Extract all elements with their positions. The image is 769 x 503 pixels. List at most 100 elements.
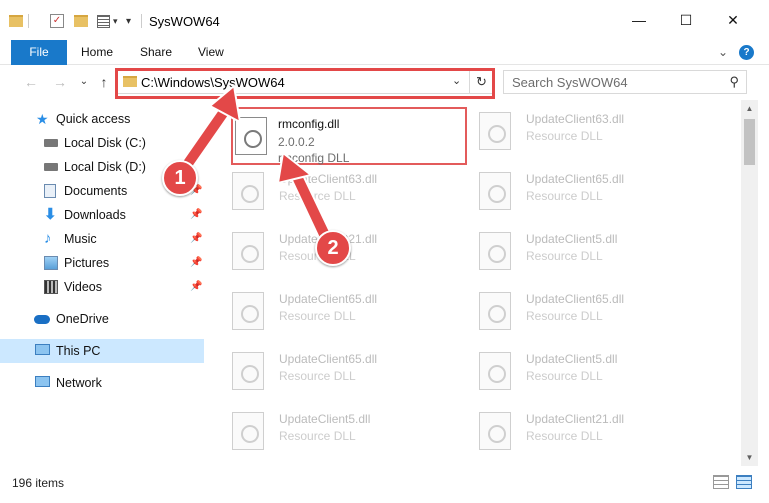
file-description: Resource DLL bbox=[526, 429, 603, 443]
tab-file[interactable]: File bbox=[11, 40, 67, 65]
sidebar-item-local-disk-c[interactable]: Local Disk (C:) bbox=[0, 131, 204, 155]
refresh-button[interactable]: ↻ bbox=[469, 71, 493, 93]
sidebar-item-label: This PC bbox=[56, 344, 101, 358]
forward-button[interactable]: → bbox=[51, 73, 69, 91]
sidebar-item-pictures[interactable]: Pictures 📌 bbox=[0, 251, 204, 275]
file-name: UpdateClient63.dll bbox=[526, 112, 625, 126]
dll-file-icon bbox=[232, 352, 264, 390]
sidebar-item-label: Documents bbox=[64, 184, 128, 198]
pin-icon[interactable]: 📌 bbox=[190, 275, 202, 299]
ribbon-tabs: File Home Share View ⌄ ? bbox=[0, 40, 769, 65]
pin-icon[interactable]: 📌 bbox=[190, 227, 202, 251]
file-description: Resource DLL bbox=[279, 309, 356, 323]
sidebar-item-label: Videos bbox=[64, 280, 102, 294]
network-icon bbox=[35, 376, 50, 387]
help-icon[interactable]: ? bbox=[739, 45, 754, 60]
file-name: UpdateClient65.dll bbox=[279, 292, 378, 306]
maximize-button[interactable]: ☐ bbox=[663, 0, 709, 40]
file-tile[interactable]: UpdateClient5.dll Resource DLL bbox=[461, 342, 701, 400]
scroll-up-button[interactable]: ▲ bbox=[741, 100, 758, 117]
dll-file-icon bbox=[479, 292, 511, 330]
file-description: Resource DLL bbox=[526, 189, 603, 203]
sidebar-item-label: Network bbox=[56, 376, 102, 390]
sidebar-item-downloads[interactable]: ⬇ Downloads 📌 bbox=[0, 203, 204, 227]
download-icon: ⬇ bbox=[44, 206, 57, 223]
dll-file-icon bbox=[232, 172, 264, 210]
file-tile-rmconfig[interactable]: rmconfig.dll 2.0.0.2 rmconfig DLL bbox=[231, 107, 467, 165]
file-tile[interactable]: UpdateClient21.dll Resource DLL bbox=[214, 222, 454, 280]
file-description: Resource DLL bbox=[279, 429, 356, 443]
vertical-scrollbar[interactable]: ▲ ▼ bbox=[741, 100, 758, 466]
scrollbar-thumb[interactable] bbox=[744, 119, 755, 165]
file-tile[interactable]: UpdateClient65.dll Resource DLL bbox=[214, 342, 454, 400]
status-bar: 196 items bbox=[0, 466, 769, 503]
tab-home[interactable]: Home bbox=[81, 40, 113, 65]
expand-ribbon-icon[interactable]: ⌄ bbox=[718, 40, 728, 65]
sidebar-item-label: Quick access bbox=[56, 112, 131, 126]
navigation-bar: ← → ⌄ ↑ C:\Windows\SysWOW64 ⌄ ↻ Search S… bbox=[0, 65, 769, 100]
new-folder-icon[interactable] bbox=[74, 12, 88, 30]
dll-file-icon bbox=[479, 412, 511, 450]
address-path[interactable]: C:\Windows\SysWOW64 bbox=[141, 75, 285, 90]
title-separator bbox=[141, 14, 142, 28]
file-name: UpdateClient5.dll bbox=[526, 352, 618, 366]
dll-file-icon bbox=[479, 232, 511, 270]
file-tile[interactable]: UpdateClient65.dll Resource DLL bbox=[214, 282, 454, 340]
file-tile[interactable]: UpdateClient63.dll Resource DLL bbox=[214, 162, 454, 220]
sidebar-item-this-pc[interactable]: This PC bbox=[0, 339, 204, 363]
dll-file-icon bbox=[232, 232, 264, 270]
file-tile[interactable]: UpdateClient65.dll Resource DLL bbox=[461, 282, 701, 340]
file-tile[interactable]: UpdateClient21.dll Resource DLL bbox=[461, 402, 701, 460]
customize-toolbar-icon[interactable]: ▾ bbox=[97, 12, 118, 30]
file-name: UpdateClient5.dll bbox=[526, 232, 618, 246]
file-tile[interactable]: UpdateClient5.dll Resource DLL bbox=[214, 402, 454, 460]
file-tile[interactable]: UpdateClient63.dll Resource DLL bbox=[461, 102, 701, 160]
dll-file-icon bbox=[479, 172, 511, 210]
properties-icon[interactable]: ✓ bbox=[50, 12, 64, 30]
sidebar-item-videos[interactable]: Videos 📌 bbox=[0, 275, 204, 299]
file-tile[interactable]: UpdateClient65.dll Resource DLL bbox=[461, 162, 701, 220]
search-icon[interactable]: ⚲ bbox=[729, 74, 739, 90]
file-description: Resource DLL bbox=[279, 249, 356, 263]
close-button[interactable]: ✕ bbox=[710, 0, 756, 40]
sidebar-item-local-disk-d[interactable]: Local Disk (D:) bbox=[0, 155, 204, 179]
file-name: UpdateClient65.dll bbox=[279, 352, 378, 366]
recent-locations-button[interactable]: ⌄ bbox=[75, 73, 93, 91]
large-icons-view-icon[interactable] bbox=[736, 475, 752, 489]
minimize-button[interactable]: — bbox=[616, 0, 662, 40]
file-name: UpdateClient21.dll bbox=[279, 232, 378, 246]
pin-icon[interactable]: 📌 bbox=[190, 251, 202, 275]
search-input[interactable]: Search SysWOW64 ⚲ bbox=[503, 70, 747, 94]
dll-file-icon bbox=[479, 352, 511, 390]
dll-file-icon bbox=[235, 117, 267, 155]
up-button[interactable]: ↑ bbox=[95, 73, 113, 91]
navigation-pane: ★ Quick access Local Disk (C:) Local Dis… bbox=[0, 100, 204, 466]
details-view-icon[interactable] bbox=[713, 475, 729, 489]
sidebar-item-documents[interactable]: Documents 📌 bbox=[0, 179, 204, 203]
quick-access-dropdown-icon[interactable]: ▾ bbox=[126, 12, 131, 30]
drive-icon bbox=[44, 139, 58, 147]
file-name: UpdateClient65.dll bbox=[526, 292, 625, 306]
scroll-down-button[interactable]: ▼ bbox=[741, 449, 758, 466]
sidebar-item-label: OneDrive bbox=[56, 312, 109, 326]
sidebar-item-music[interactable]: ♪ Music 📌 bbox=[0, 227, 204, 251]
item-count: 196 items bbox=[12, 476, 65, 490]
file-description: Resource DLL bbox=[526, 129, 603, 143]
sidebar-item-quick-access[interactable]: ★ Quick access bbox=[0, 107, 204, 131]
tab-share[interactable]: Share bbox=[140, 40, 172, 65]
chevron-down-icon[interactable]: ⌄ bbox=[452, 74, 461, 87]
file-list: rmconfig.dll 2.0.0.2 rmconfig DLL Update… bbox=[214, 100, 741, 466]
file-tile[interactable]: UpdateClient5.dll Resource DLL bbox=[461, 222, 701, 280]
sidebar-item-label: Pictures bbox=[64, 256, 110, 270]
pin-icon[interactable]: 📌 bbox=[190, 179, 202, 203]
pin-icon[interactable]: 📌 bbox=[190, 203, 202, 227]
music-icon: ♪ bbox=[44, 230, 52, 247]
sidebar-item-label: Local Disk (D:) bbox=[64, 160, 146, 174]
sidebar-item-network[interactable]: Network bbox=[0, 371, 204, 395]
back-button[interactable]: ← bbox=[22, 73, 40, 91]
tab-view[interactable]: View bbox=[198, 40, 224, 65]
dll-file-icon bbox=[232, 412, 264, 450]
address-bar[interactable]: C:\Windows\SysWOW64 ⌄ ↻ bbox=[116, 70, 494, 94]
sidebar-item-onedrive[interactable]: OneDrive bbox=[0, 307, 204, 331]
sidebar-item-label: Downloads bbox=[64, 208, 126, 222]
